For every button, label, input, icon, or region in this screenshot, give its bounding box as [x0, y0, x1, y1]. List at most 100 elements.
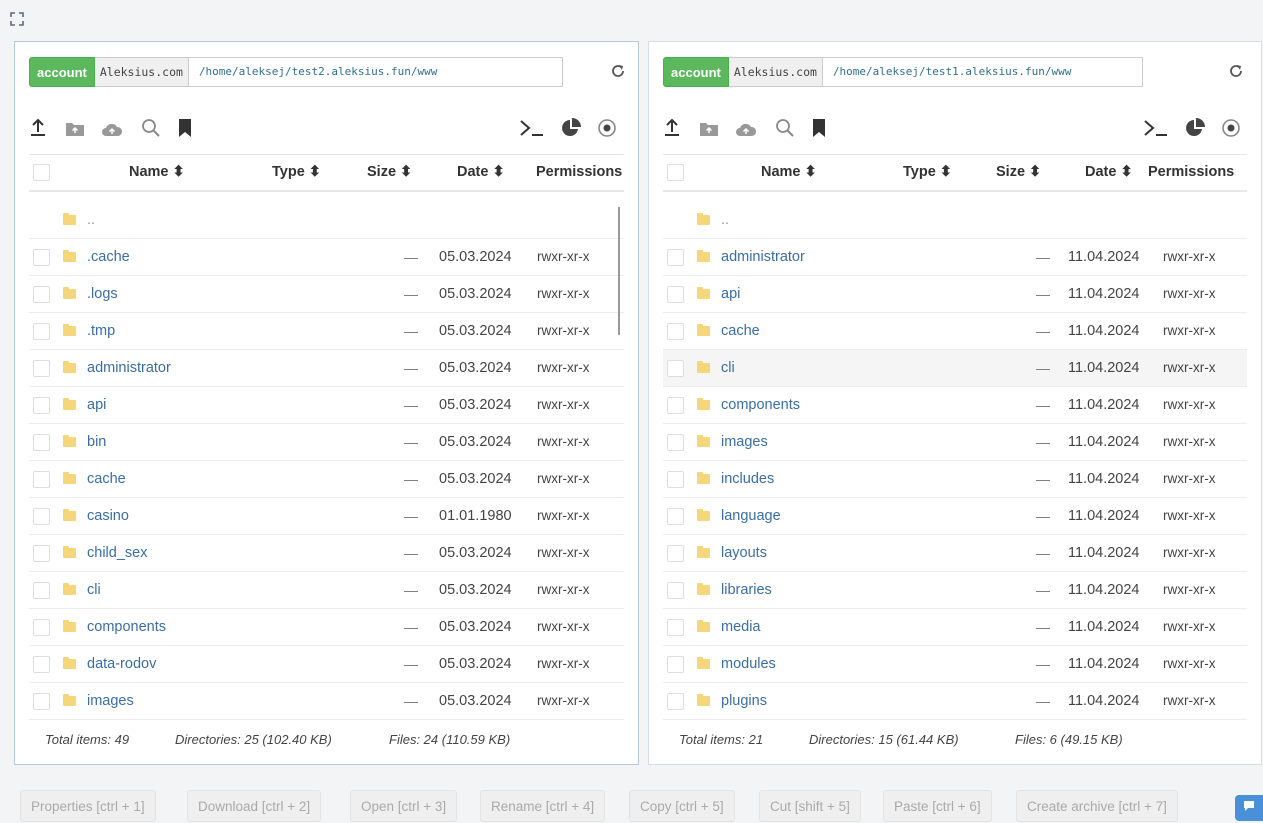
- row-checkbox[interactable]: [33, 693, 50, 710]
- file-name[interactable]: libraries: [721, 572, 772, 608]
- file-name[interactable]: administrator: [87, 350, 171, 386]
- parent-directory-row[interactable]: ..: [29, 202, 624, 239]
- file-name[interactable]: components: [721, 387, 800, 423]
- row-checkbox[interactable]: [33, 619, 50, 636]
- path-input[interactable]: /home/aleksej/test2.aleksius.fun/www: [188, 57, 563, 87]
- table-row[interactable]: .cache — 05.03.2024 rwxr-xr-x: [29, 239, 624, 276]
- file-name[interactable]: .logs: [87, 276, 118, 312]
- row-checkbox[interactable]: [33, 656, 50, 673]
- row-checkbox[interactable]: [33, 582, 50, 599]
- search-icon[interactable]: [775, 118, 795, 140]
- column-permissions[interactable]: Permissions: [1148, 155, 1234, 189]
- chat-icon[interactable]: [1235, 795, 1263, 821]
- row-checkbox[interactable]: [33, 545, 50, 562]
- row-checkbox[interactable]: [667, 323, 684, 340]
- column-permissions[interactable]: Permissions: [536, 155, 622, 189]
- file-name[interactable]: cache: [721, 313, 760, 349]
- action-button[interactable]: Open [ctrl + 3]: [350, 790, 458, 822]
- row-checkbox[interactable]: [33, 360, 50, 377]
- table-row[interactable]: layouts — 11.04.2024 rwxr-xr-x: [663, 535, 1247, 572]
- bookmark-icon[interactable]: [177, 118, 193, 140]
- file-name[interactable]: casino: [87, 498, 129, 534]
- file-name[interactable]: .cache: [87, 239, 130, 275]
- file-name[interactable]: ..: [87, 202, 95, 238]
- table-row[interactable]: bin — 05.03.2024 rwxr-xr-x: [29, 424, 624, 461]
- action-button[interactable]: Create archive [ctrl + 7]: [1016, 790, 1178, 822]
- path-input[interactable]: /home/aleksej/test1.aleksius.fun/www: [822, 57, 1143, 87]
- file-name[interactable]: .tmp: [87, 313, 115, 349]
- column-size[interactable]: Size ⬍: [996, 155, 1041, 189]
- row-checkbox[interactable]: [667, 545, 684, 562]
- account-button[interactable]: account: [29, 57, 95, 87]
- disk-usage-icon[interactable]: [561, 118, 581, 140]
- column-date[interactable]: Date ⬍: [1085, 155, 1133, 189]
- select-all-checkbox[interactable]: [667, 164, 684, 181]
- fullscreen-icon[interactable]: [10, 12, 24, 26]
- file-name[interactable]: images: [87, 683, 134, 719]
- row-checkbox[interactable]: [33, 508, 50, 525]
- row-checkbox[interactable]: [667, 286, 684, 303]
- table-row[interactable]: libraries — 11.04.2024 rwxr-xr-x: [663, 572, 1247, 609]
- file-name[interactable]: components: [87, 609, 166, 645]
- folder-upload-icon[interactable]: [65, 121, 85, 143]
- search-icon[interactable]: [141, 118, 161, 140]
- table-row[interactable]: .tmp — 05.03.2024 rwxr-xr-x: [29, 313, 624, 350]
- disk-usage-icon[interactable]: [1185, 118, 1205, 140]
- table-row[interactable]: cli — 11.04.2024 rwxr-xr-x: [663, 350, 1247, 387]
- table-row[interactable]: includes — 11.04.2024 rwxr-xr-x: [663, 461, 1247, 498]
- table-row[interactable]: media — 11.04.2024 rwxr-xr-x: [663, 609, 1247, 646]
- file-name[interactable]: layouts: [721, 535, 767, 571]
- row-checkbox[interactable]: [667, 434, 684, 451]
- row-checkbox[interactable]: [667, 693, 684, 710]
- upload-icon[interactable]: [663, 118, 681, 140]
- row-checkbox[interactable]: [667, 471, 684, 488]
- file-name[interactable]: cli: [721, 350, 735, 386]
- table-row[interactable]: api — 05.03.2024 rwxr-xr-x: [29, 387, 624, 424]
- column-name[interactable]: Name ⬍: [129, 155, 185, 189]
- view-icon[interactable]: [597, 118, 617, 140]
- folder-upload-icon[interactable]: [699, 121, 719, 143]
- action-button[interactable]: Download [ctrl + 2]: [187, 790, 322, 822]
- table-row[interactable]: child_sex — 05.03.2024 rwxr-xr-x: [29, 535, 624, 572]
- action-button[interactable]: Cut [shift + 5]: [759, 790, 861, 822]
- file-name[interactable]: includes: [721, 461, 774, 497]
- table-row[interactable]: cli — 05.03.2024 rwxr-xr-x: [29, 572, 624, 609]
- row-checkbox[interactable]: [33, 323, 50, 340]
- table-row[interactable]: data-rodov — 05.03.2024 rwxr-xr-x: [29, 646, 624, 683]
- file-name[interactable]: language: [721, 498, 781, 534]
- bookmark-icon[interactable]: [811, 118, 827, 140]
- table-row[interactable]: components — 05.03.2024 rwxr-xr-x: [29, 609, 624, 646]
- file-name[interactable]: cli: [87, 572, 101, 608]
- row-checkbox[interactable]: [667, 656, 684, 673]
- table-row[interactable]: cache — 05.03.2024 rwxr-xr-x: [29, 461, 624, 498]
- action-button[interactable]: Paste [ctrl + 6]: [883, 790, 992, 822]
- row-checkbox[interactable]: [667, 619, 684, 636]
- column-size[interactable]: Size ⬍: [367, 155, 412, 189]
- table-row[interactable]: language — 11.04.2024 rwxr-xr-x: [663, 498, 1247, 535]
- file-name[interactable]: plugins: [721, 683, 767, 719]
- table-row[interactable]: modules — 11.04.2024 rwxr-xr-x: [663, 646, 1247, 683]
- table-row[interactable]: images — 11.04.2024 rwxr-xr-x: [663, 424, 1247, 461]
- row-checkbox[interactable]: [667, 249, 684, 266]
- file-name[interactable]: bin: [87, 424, 106, 460]
- row-checkbox[interactable]: [33, 397, 50, 414]
- scrollbar[interactable]: [618, 207, 620, 335]
- row-checkbox[interactable]: [667, 508, 684, 525]
- file-name[interactable]: ..: [721, 202, 729, 238]
- file-name[interactable]: media: [721, 609, 761, 645]
- cloud-upload-icon[interactable]: [101, 121, 123, 143]
- file-name[interactable]: administrator: [721, 239, 805, 275]
- select-all-checkbox[interactable]: [33, 164, 50, 181]
- row-checkbox[interactable]: [667, 360, 684, 377]
- column-date[interactable]: Date ⬍: [457, 155, 505, 189]
- account-button[interactable]: account: [663, 57, 729, 87]
- file-name[interactable]: api: [87, 387, 106, 423]
- row-checkbox[interactable]: [33, 286, 50, 303]
- action-button[interactable]: Properties [ctrl + 1]: [20, 790, 156, 822]
- cloud-upload-icon[interactable]: [735, 121, 757, 143]
- action-button[interactable]: Rename [ctrl + 4]: [480, 790, 606, 822]
- column-type[interactable]: Type ⬍: [903, 155, 952, 189]
- table-row[interactable]: casino — 01.01.1980 rwxr-xr-x: [29, 498, 624, 535]
- table-row[interactable]: .logs — 05.03.2024 rwxr-xr-x: [29, 276, 624, 313]
- parent-directory-row[interactable]: ..: [663, 202, 1247, 239]
